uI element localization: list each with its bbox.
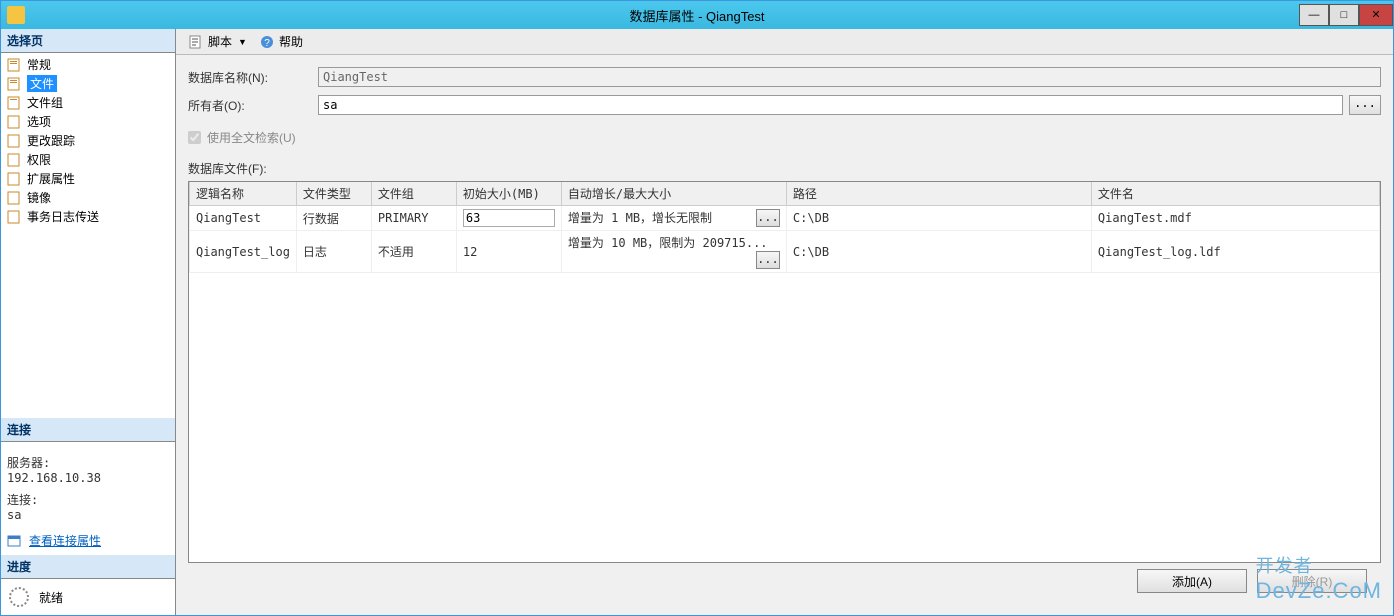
fulltext-label: 使用全文检索(U) [207, 129, 296, 146]
cell-filename: QiangTest_log.ldf [1091, 231, 1379, 273]
page-icon [7, 77, 23, 91]
nav-item-changetracking[interactable]: 更改跟踪 [1, 131, 175, 150]
minimize-button[interactable]: — [1299, 4, 1329, 26]
cell-logical[interactable]: QiangTest_log [190, 231, 297, 273]
cell-filetype: 行数据 [296, 206, 371, 231]
spinner-icon [9, 587, 29, 607]
col-path[interactable]: 路径 [786, 182, 1091, 206]
help-icon: ? [259, 34, 275, 50]
page-icon [7, 210, 23, 224]
fulltext-checkbox [188, 131, 201, 144]
owner-input[interactable] [318, 95, 1343, 115]
cell-initsize[interactable]: 12 [456, 231, 561, 273]
connection-panel: 服务器: 192.168.10.38 连接: sa 查看连接属性 [1, 442, 175, 555]
nav-label: 扩展属性 [27, 170, 75, 187]
table-row[interactable]: QiangTest_log 日志 不适用 12 增量为 10 MB，限制为 20… [190, 231, 1380, 273]
page-icon [7, 172, 23, 186]
nav-item-logshipping[interactable]: 事务日志传送 [1, 207, 175, 226]
nav-label: 选项 [27, 113, 51, 130]
dbname-input [318, 67, 1381, 87]
page-icon [7, 96, 23, 110]
progress-status: 就绪 [39, 589, 63, 606]
remove-button: 删除(R) [1257, 569, 1367, 593]
owner-label: 所有者(O): [188, 97, 318, 114]
page-icon [7, 58, 23, 72]
col-logical[interactable]: 逻辑名称 [190, 182, 297, 206]
dropdown-icon: ▼ [238, 37, 247, 47]
nav-label: 文件组 [27, 94, 63, 111]
connection-header: 连接 [1, 418, 175, 442]
nav-label: 权限 [27, 151, 51, 168]
nav-item-mirroring[interactable]: 镜像 [1, 188, 175, 207]
nav-label: 文件 [27, 75, 57, 92]
col-filegroup[interactable]: 文件组 [371, 182, 456, 206]
autogrow-edit-button[interactable]: ... [756, 251, 780, 269]
cell-filegroup: 不适用 [371, 231, 456, 273]
maximize-button[interactable]: □ [1329, 4, 1359, 26]
script-icon [188, 34, 204, 50]
cell-logical[interactable]: QiangTest [190, 206, 297, 231]
nav-label: 事务日志传送 [27, 208, 99, 225]
progress-header: 进度 [1, 555, 175, 579]
help-label: 帮助 [279, 33, 303, 50]
window-title: 数据库属性 - QiangTest [629, 6, 764, 25]
cell-initsize-input[interactable] [463, 209, 555, 227]
dbname-label: 数据库名称(N): [188, 69, 318, 86]
col-autogrow[interactable]: 自动增长/最大大小 [561, 182, 786, 206]
cell-filetype: 日志 [296, 231, 371, 273]
script-button[interactable]: 脚本 ▼ [184, 31, 251, 52]
view-connection-props-link[interactable]: 查看连接属性 [29, 532, 101, 549]
page-icon [7, 191, 23, 205]
cell-autogrow: 增量为 10 MB，限制为 209715... [568, 236, 768, 250]
svg-text:?: ? [264, 38, 270, 49]
select-page-header: 选择页 [1, 29, 175, 53]
col-filename[interactable]: 文件名 [1091, 182, 1379, 206]
conn-label: 连接: [7, 491, 169, 508]
page-icon [7, 153, 23, 167]
owner-browse-button[interactable]: ... [1349, 95, 1381, 115]
server-label: 服务器: [7, 454, 169, 471]
nav-item-filegroups[interactable]: 文件组 [1, 93, 175, 112]
col-initsize[interactable]: 初始大小(MB) [456, 182, 561, 206]
page-icon [7, 115, 23, 129]
progress-panel: 就绪 [1, 579, 175, 615]
nav-label: 镜像 [27, 189, 51, 206]
cell-filegroup[interactable]: PRIMARY [371, 206, 456, 231]
cell-filename: QiangTest.mdf [1091, 206, 1379, 231]
nav-list: 常规 文件 文件组 选项 更改跟踪 权限 扩展属性 镜像 事务日志传送 [1, 53, 175, 228]
nav-label: 常规 [27, 56, 51, 73]
script-label: 脚本 [208, 33, 232, 50]
nav-item-permissions[interactable]: 权限 [1, 150, 175, 169]
toolbar: 脚本 ▼ ? 帮助 [176, 29, 1393, 55]
properties-icon [7, 534, 23, 548]
nav-item-extendedprops[interactable]: 扩展属性 [1, 169, 175, 188]
files-grid[interactable]: 逻辑名称 文件类型 文件组 初始大小(MB) 自动增长/最大大小 路径 文件名 … [188, 181, 1381, 563]
conn-value: sa [7, 508, 169, 522]
app-icon [7, 6, 25, 24]
server-value: 192.168.10.38 [7, 471, 169, 485]
nav-item-general[interactable]: 常规 [1, 55, 175, 74]
nav-item-options[interactable]: 选项 [1, 112, 175, 131]
close-button[interactable]: ✕ [1359, 4, 1393, 26]
cell-path: C:\DB [793, 245, 829, 259]
add-button[interactable]: 添加(A) [1137, 569, 1247, 593]
cell-path: C:\DB [793, 211, 829, 225]
nav-label: 更改跟踪 [27, 132, 75, 149]
help-button[interactable]: ? 帮助 [255, 31, 307, 52]
sidebar: 选择页 常规 文件 文件组 选项 更改跟踪 权限 扩展属性 镜像 事务日志传送 … [1, 29, 176, 615]
page-icon [7, 134, 23, 148]
dbfiles-label: 数据库文件(F): [188, 160, 1381, 177]
col-filetype[interactable]: 文件类型 [296, 182, 371, 206]
titlebar: 数据库属性 - QiangTest — □ ✕ [1, 1, 1393, 29]
cell-autogrow: 增量为 1 MB，增长无限制 [568, 211, 712, 225]
nav-item-files[interactable]: 文件 [1, 74, 175, 93]
table-row[interactable]: QiangTest 行数据 PRIMARY 增量为 1 MB，增长无限制... … [190, 206, 1380, 231]
autogrow-edit-button[interactable]: ... [756, 209, 780, 227]
